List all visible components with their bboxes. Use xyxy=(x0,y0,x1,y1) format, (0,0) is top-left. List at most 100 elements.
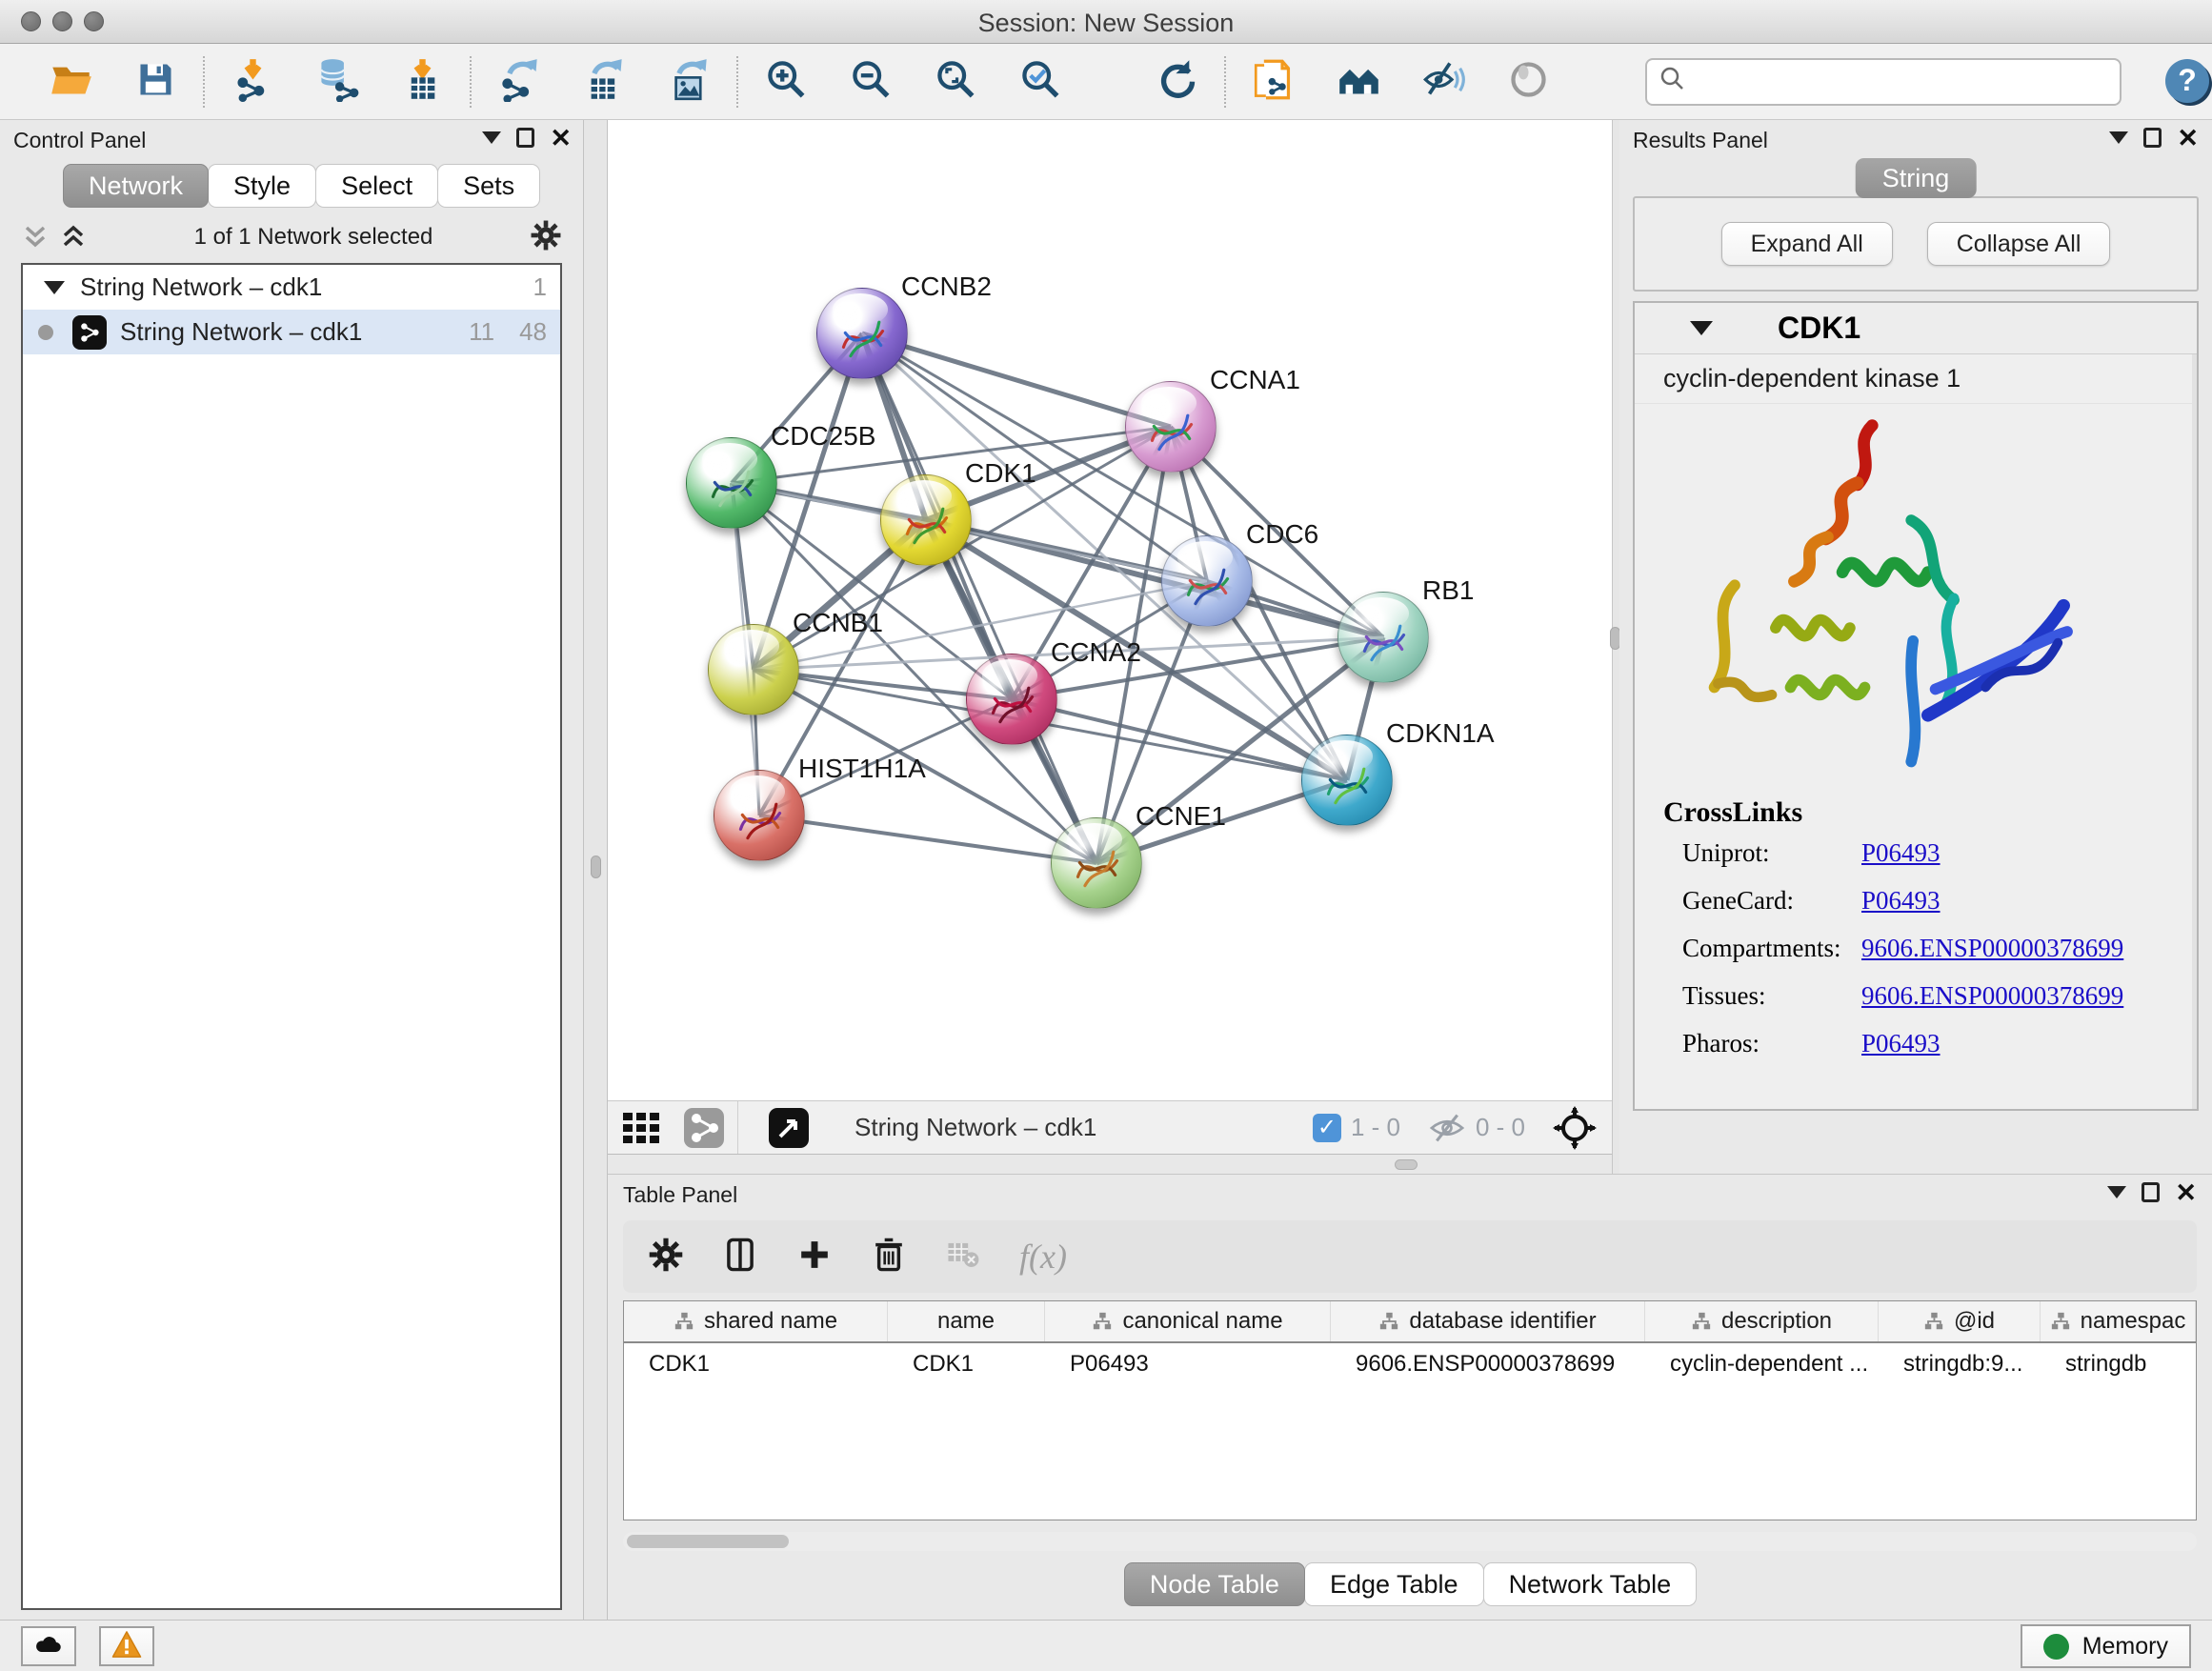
network-node-cdc6[interactable]: CDC6 xyxy=(1161,535,1253,627)
collapse-all-networks-icon[interactable] xyxy=(59,223,88,252)
add-column-icon[interactable] xyxy=(796,1237,833,1278)
panel-close-icon[interactable]: ✕ xyxy=(2177,129,2199,148)
zoom-out-button[interactable] xyxy=(844,55,897,109)
panel-close-icon[interactable]: ✕ xyxy=(550,129,572,148)
home-button[interactable] xyxy=(1332,55,1385,109)
panel-close-icon[interactable]: ✕ xyxy=(2175,1183,2197,1202)
column-header[interactable]: shared name xyxy=(624,1301,888,1341)
network-node-ccnb1[interactable]: CCNB1 xyxy=(708,624,799,715)
crosslink-link[interactable]: P06493 xyxy=(1861,886,1941,916)
stringify-document-button[interactable] xyxy=(1247,55,1300,109)
table-cell[interactable]: P06493 xyxy=(1045,1343,1331,1385)
scrollbar-thumb[interactable] xyxy=(627,1535,789,1548)
tab-select[interactable]: Select xyxy=(315,164,438,208)
search-input[interactable] xyxy=(1695,69,2104,95)
panel-collapse-icon[interactable] xyxy=(2109,131,2128,144)
table-cell[interactable]: stringdb xyxy=(2041,1343,2196,1385)
hidden-eye-slash-icon[interactable] xyxy=(1428,1112,1466,1144)
table-cell[interactable]: CDK1 xyxy=(624,1343,888,1385)
splitter-handle[interactable] xyxy=(1395,1159,1418,1170)
grid-view-icon[interactable] xyxy=(621,1111,669,1145)
export-image-button[interactable] xyxy=(662,55,715,109)
collection-expand-icon[interactable] xyxy=(44,281,65,294)
left-splitter[interactable] xyxy=(583,120,608,1620)
network-node-ccna2[interactable]: CCNA2 xyxy=(966,654,1057,745)
collapse-all-button[interactable]: Collapse All xyxy=(1927,222,2111,266)
hide-glasspane-button[interactable] xyxy=(1417,55,1470,109)
crosslink-link[interactable]: P06493 xyxy=(1861,1029,1941,1058)
warnings-button[interactable] xyxy=(99,1626,154,1666)
tab-network-table[interactable]: Network Table xyxy=(1483,1562,1698,1606)
panel-collapse-icon[interactable] xyxy=(482,131,501,144)
import-table-button[interactable] xyxy=(395,55,449,109)
gene-collapse-icon[interactable] xyxy=(1690,321,1713,335)
birds-eye-view-icon[interactable] xyxy=(769,1108,809,1148)
toolbar-search[interactable] xyxy=(1645,58,2122,106)
tab-network[interactable]: Network xyxy=(63,164,209,208)
crosslink-link[interactable]: 9606.ENSP00000378699 xyxy=(1861,981,2123,1011)
right-splitter[interactable] xyxy=(1612,120,1619,1174)
network-view-icon[interactable] xyxy=(684,1108,724,1148)
network-collection-row[interactable]: String Network – cdk1 1 xyxy=(23,265,560,310)
column-header[interactable]: name xyxy=(888,1301,1045,1341)
table-cell[interactable]: cyclin-dependent ... xyxy=(1645,1343,1879,1385)
table-cell[interactable]: 9606.ENSP00000378699 xyxy=(1331,1343,1645,1385)
network-options-gear-icon[interactable] xyxy=(530,219,562,256)
table-cell[interactable]: CDK1 xyxy=(888,1343,1045,1385)
expand-all-networks-icon[interactable] xyxy=(21,223,50,252)
network-node-hist1h1a[interactable]: HIST1H1A xyxy=(714,770,805,861)
network-canvas[interactable]: CCNB2 CCNA1 CDC25B CDK1 CDC6 RB1 CCNB1 CCNA2 CDK… xyxy=(608,120,1612,1100)
zoom-fit-button[interactable] xyxy=(929,55,982,109)
fit-selected-crosshair-icon[interactable] xyxy=(1553,1106,1597,1150)
column-header[interactable]: namespac xyxy=(2041,1301,2196,1341)
show-glasspane-button[interactable] xyxy=(1501,55,1555,109)
panel-float-icon[interactable] xyxy=(2142,1182,2160,1202)
column-header[interactable]: @id xyxy=(1879,1301,2041,1341)
cloud-button[interactable] xyxy=(21,1626,76,1666)
network-node-ccnb2[interactable]: CCNB2 xyxy=(816,288,908,379)
panel-collapse-icon[interactable] xyxy=(2107,1186,2126,1198)
node-table[interactable]: shared namenamecanonical namedatabase id… xyxy=(623,1300,2197,1520)
export-table-button[interactable] xyxy=(577,55,631,109)
table-horizontal-scrollbar[interactable] xyxy=(623,1532,2197,1551)
zoom-in-button[interactable] xyxy=(759,55,813,109)
network-node-cdkn1a[interactable]: CDKN1A xyxy=(1301,735,1393,826)
import-network-from-database-button[interactable] xyxy=(311,55,364,109)
crosslink-link[interactable]: P06493 xyxy=(1861,838,1941,868)
memory-button[interactable]: Memory xyxy=(2021,1624,2191,1668)
import-network-button[interactable] xyxy=(226,55,279,109)
tab-sets[interactable]: Sets xyxy=(437,164,540,208)
network-node-cdk1[interactable]: CDK1 xyxy=(880,474,972,566)
panel-float-icon[interactable] xyxy=(2143,128,2162,148)
tab-style[interactable]: Style xyxy=(208,164,316,208)
network-node-cdc25b[interactable]: CDC25B xyxy=(686,437,777,529)
column-header[interactable]: canonical name xyxy=(1045,1301,1331,1341)
network-node-ccna1[interactable]: CCNA1 xyxy=(1125,381,1217,473)
table-settings-gear-icon[interactable] xyxy=(648,1237,684,1278)
network-edge[interactable] xyxy=(862,333,1171,427)
horizontal-splitter[interactable] xyxy=(608,1156,1612,1174)
help-button[interactable]: ? xyxy=(2163,57,2212,107)
column-header[interactable]: description xyxy=(1645,1301,1879,1341)
selected-checkbox-icon[interactable]: ✓ xyxy=(1313,1114,1341,1142)
splitter-handle[interactable] xyxy=(591,856,601,878)
panel-float-icon[interactable] xyxy=(516,128,534,148)
tab-node-table[interactable]: Node Table xyxy=(1124,1562,1305,1606)
show-columns-icon[interactable] xyxy=(722,1237,758,1278)
network-edge[interactable] xyxy=(759,815,1096,863)
network-node-rb1[interactable]: RB1 xyxy=(1337,592,1429,683)
expand-all-button[interactable]: Expand All xyxy=(1721,222,1893,266)
save-session-button[interactable] xyxy=(129,55,182,109)
tab-string[interactable]: String xyxy=(1856,158,1977,198)
tab-edge-table[interactable]: Edge Table xyxy=(1304,1562,1484,1606)
crosslink-link[interactable]: 9606.ENSP00000378699 xyxy=(1861,934,2123,963)
open-session-button[interactable] xyxy=(44,55,97,109)
refresh-button[interactable] xyxy=(1150,55,1203,109)
delete-column-icon[interactable] xyxy=(871,1237,907,1278)
zoom-selected-button[interactable] xyxy=(1014,55,1067,109)
table-cell[interactable]: stringdb:9... xyxy=(1879,1343,2041,1385)
column-header[interactable]: database identifier xyxy=(1331,1301,1645,1341)
network-node-ccne1[interactable]: CCNE1 xyxy=(1051,817,1142,909)
table-row[interactable]: CDK1CDK1P064939606.ENSP00000378699cyclin… xyxy=(624,1343,2196,1385)
network-row[interactable]: String Network – cdk1 1148 xyxy=(23,310,560,354)
